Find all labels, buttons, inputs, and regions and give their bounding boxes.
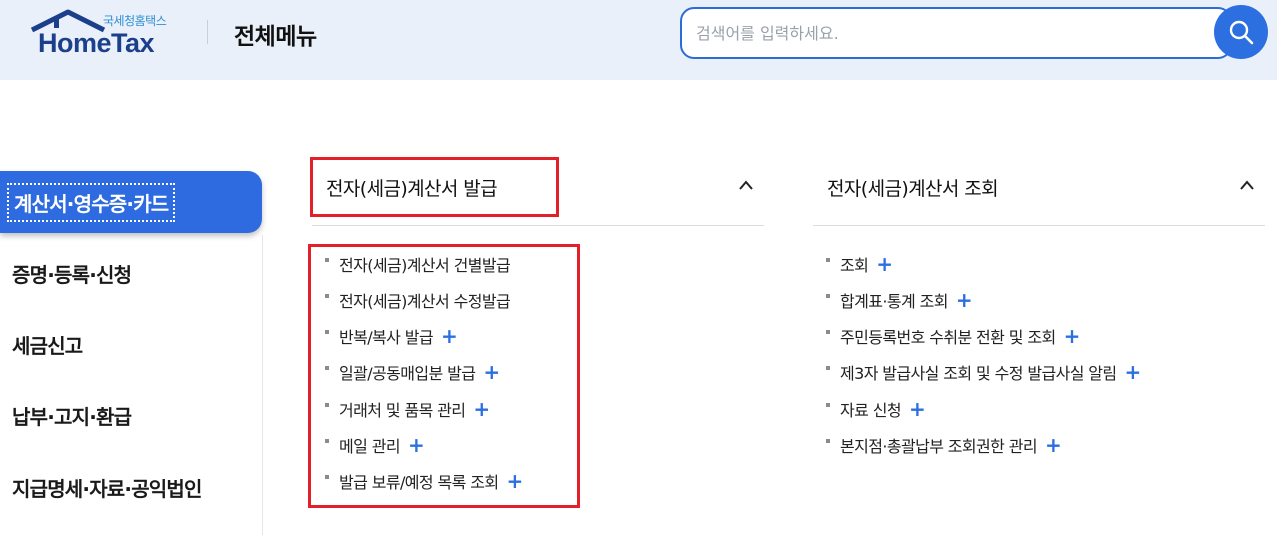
sidebar-item-certificate-registration[interactable]: 증명·등록·신청 — [0, 242, 262, 304]
list-item[interactable]: 합계표·통계 조회 + — [826, 288, 973, 312]
plus-icon[interactable]: + — [1125, 362, 1142, 382]
bullet-icon — [826, 294, 830, 298]
list-item[interactable]: 전자(세금)계산서 건별발급 — [325, 252, 511, 276]
sidebar-item-label: 납부·고지·환급 — [12, 404, 132, 429]
menu-item-label: 일괄/공동매입분 발급 — [339, 364, 476, 383]
chevron-up-icon[interactable] — [738, 179, 754, 191]
menu-item-label: 발급 보류/예정 목록 조회 — [339, 473, 499, 492]
logo-wordmark: HomeTax — [38, 28, 155, 58]
list-item[interactable]: 본지점·총괄납부 조회권한 관리 + — [826, 433, 1062, 457]
sidebar-item-payment-statement[interactable]: 지급명세·자료·공익법인 — [0, 456, 262, 518]
menu-item-label: 제3자 발급사실 조회 및 수정 발급사실 알림 — [840, 364, 1117, 383]
bullet-icon — [325, 258, 329, 262]
bullet-icon — [826, 366, 830, 370]
plus-icon[interactable]: + — [909, 399, 926, 419]
search-icon — [1229, 20, 1254, 45]
sidebar-item-label: 세금신고 — [12, 333, 83, 358]
list-item[interactable]: 조회 + — [826, 252, 893, 276]
plus-icon[interactable]: + — [1064, 326, 1081, 346]
search-input[interactable] — [696, 19, 1196, 47]
sidebar-item-payment-refund[interactable]: 납부·고지·환급 — [0, 384, 262, 446]
list-item[interactable]: 주민등록번호 수취분 전환 및 조회 + — [826, 324, 1080, 348]
bullet-icon — [826, 439, 830, 443]
menu-item-label: 본지점·총괄납부 조회권한 관리 — [840, 437, 1038, 456]
search-button[interactable] — [1214, 5, 1268, 59]
section-divider — [312, 225, 764, 226]
logo-subtitle: 국세청홈택스 — [103, 14, 167, 28]
menu-item-label: 전자(세금)계산서 건별발급 — [339, 256, 511, 275]
sidebar-divider — [262, 235, 263, 535]
list-item[interactable]: 제3자 발급사실 조회 및 수정 발급사실 알림 + — [826, 360, 1141, 384]
page-title: 전체메뉴 — [234, 24, 317, 50]
plus-icon[interactable]: + — [1045, 435, 1062, 455]
bullet-icon — [325, 403, 329, 407]
bullet-icon — [325, 330, 329, 334]
menu-item-label: 메일 관리 — [339, 437, 401, 456]
menu-item-label: 전자(세금)계산서 수정발급 — [339, 292, 511, 311]
list-item[interactable]: 전자(세금)계산서 수정발급 — [325, 288, 511, 312]
list-item[interactable]: 반복/복사 발급 + — [325, 324, 458, 348]
menu-item-label: 반복/복사 발급 — [339, 328, 434, 347]
header-divider — [207, 20, 208, 44]
list-item[interactable]: 발급 보류/예정 목록 조회 + — [325, 469, 523, 493]
menu-item-label: 조회 — [840, 256, 869, 275]
menu-item-label: 자료 신청 — [840, 401, 902, 420]
section-header-issue[interactable]: 전자(세금)계산서 발급 — [326, 159, 764, 215]
section-title: 전자(세금)계산서 발급 — [326, 177, 498, 200]
sidebar-item-label: 지급명세·자료·공익법인 — [12, 476, 202, 501]
plus-icon[interactable]: + — [956, 290, 973, 310]
section-divider — [813, 225, 1265, 226]
plus-icon[interactable]: + — [408, 435, 425, 455]
list-item[interactable]: 자료 신청 + — [826, 397, 926, 421]
bullet-icon — [325, 366, 329, 370]
list-item[interactable]: 거래처 및 품목 관리 + — [325, 397, 490, 421]
header-bar: 국세청홈택스 HomeTax 전체메뉴 — [0, 0, 1277, 80]
search-box — [680, 7, 1232, 59]
bullet-icon — [826, 403, 830, 407]
bullet-icon — [325, 294, 329, 298]
sidebar-item-tax-filing[interactable]: 세금신고 — [0, 313, 262, 375]
menu-item-label: 주민등록번호 수취분 전환 및 조회 — [840, 328, 1056, 347]
hometax-logo[interactable]: 국세청홈택스 HomeTax — [30, 8, 180, 68]
section-title: 전자(세금)계산서 조회 — [827, 177, 999, 200]
menu-item-label: 거래처 및 품목 관리 — [339, 401, 466, 420]
plus-icon[interactable]: + — [473, 399, 490, 419]
bullet-icon — [826, 258, 830, 262]
plus-icon[interactable]: + — [441, 326, 458, 346]
plus-icon[interactable]: + — [876, 254, 893, 274]
bullet-icon — [325, 439, 329, 443]
sidebar-item-label: 증명·등록·신청 — [12, 262, 132, 287]
section-header-inquiry[interactable]: 전자(세금)계산서 조회 — [827, 159, 1265, 215]
menu-item-label: 합계표·통계 조회 — [840, 292, 948, 311]
list-item[interactable]: 일괄/공동매입분 발급 + — [325, 360, 500, 384]
bullet-icon — [325, 475, 329, 479]
chevron-up-icon[interactable] — [1239, 179, 1255, 191]
list-item[interactable]: 메일 관리 + — [325, 433, 425, 457]
sidebar-item-invoice-receipt-card[interactable]: 계산서·영수증·카드 — [0, 171, 262, 233]
sidebar-item-label: 계산서·영수증·카드 — [6, 182, 176, 222]
plus-icon[interactable]: + — [483, 362, 500, 382]
bullet-icon — [826, 330, 830, 334]
plus-icon[interactable]: + — [506, 471, 523, 491]
